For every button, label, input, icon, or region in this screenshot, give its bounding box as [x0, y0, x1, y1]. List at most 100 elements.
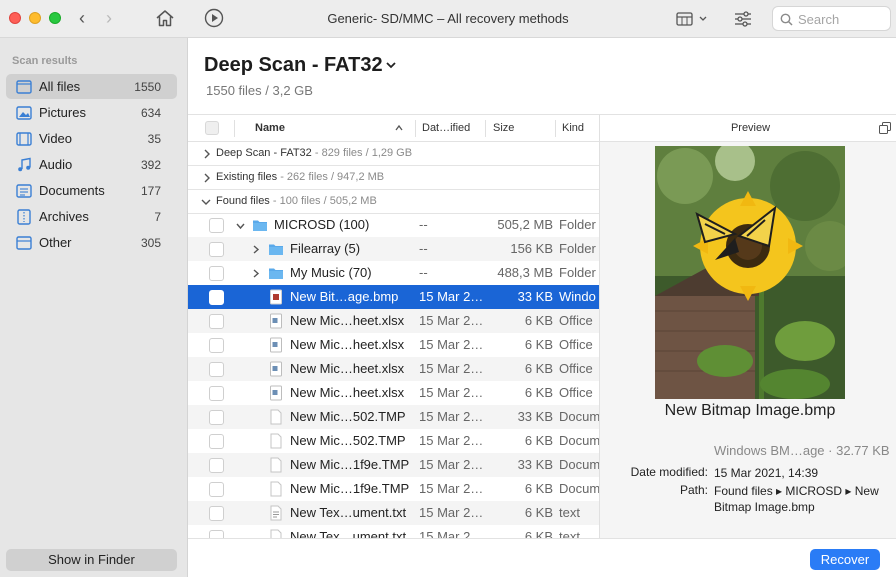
sidebar-item-label: All files: [39, 79, 81, 94]
table-row[interactable]: My Music (70) -- 488,3 MB Folder: [188, 261, 599, 285]
row-kind: Folder: [559, 265, 596, 280]
row-kind: Office: [559, 385, 593, 400]
folder-icon: [269, 244, 283, 255]
recover-button[interactable]: Recover: [810, 549, 880, 570]
row-name: New Bit…age.bmp: [290, 289, 399, 304]
row-kind: Office: [559, 337, 593, 352]
row-size: 33 KB: [517, 409, 553, 424]
row-checkbox[interactable]: [209, 458, 224, 473]
table-row[interactable]: New Mic…502.TMP 15 Mar 2… 33 KB Docum: [188, 405, 599, 429]
sidebar-item-all-files[interactable]: All files 1550: [6, 74, 177, 99]
sidebar-item-documents[interactable]: Documents 177: [6, 178, 177, 203]
chevron-right-icon[interactable]: [252, 244, 260, 255]
chevron-right-icon[interactable]: [203, 148, 211, 160]
group-row-existing-files[interactable]: Existing files - 262 files / 947,2 MB: [188, 166, 599, 190]
row-checkbox[interactable]: [209, 266, 224, 281]
row-checkbox[interactable]: [209, 290, 224, 305]
close-window-button[interactable]: [9, 12, 21, 24]
table-row[interactable]: New Tex…ument.txt 15 Mar 2… 6 KB text: [188, 525, 599, 538]
row-checkbox[interactable]: [209, 506, 224, 521]
play-circle-icon[interactable]: [204, 8, 224, 28]
spreadsheet-file-icon: [270, 361, 282, 377]
row-date: --: [419, 241, 428, 256]
back-chevron-icon[interactable]: ‹: [79, 8, 85, 29]
row-checkbox[interactable]: [209, 314, 224, 329]
view-options-icon[interactable]: [676, 10, 710, 28]
blank-file-icon: [270, 481, 282, 497]
row-checkbox[interactable]: [209, 362, 224, 377]
table-row[interactable]: New Mic…1f9e.TMP 15 Mar 2… 33 KB Docum: [188, 453, 599, 477]
row-checkbox[interactable]: [209, 434, 224, 449]
group-row-found-files[interactable]: Found files - 100 files / 505,2 MB: [188, 190, 599, 214]
chevron-right-icon[interactable]: [203, 172, 211, 184]
row-name: MICROSD (100): [274, 217, 370, 232]
sidebar-item-audio[interactable]: Audio 392: [6, 152, 177, 177]
sidebar-item-label: Documents: [39, 183, 105, 198]
table-row[interactable]: New Mic…1f9e.TMP 15 Mar 2… 6 KB Docum: [188, 477, 599, 501]
column-header-date[interactable]: Dat…ified: [422, 122, 470, 134]
zoom-window-button[interactable]: [49, 12, 61, 24]
row-date: 15 Mar 2…: [419, 409, 484, 424]
row-kind: Office: [559, 361, 593, 376]
copy-icon[interactable]: [879, 122, 891, 134]
row-name: New Tex…ument.txt: [290, 529, 407, 538]
preview-date-label: Date modified:: [630, 465, 708, 479]
table-row[interactable]: New Mic…heet.xlsx 15 Mar 2… 6 KB Office: [188, 309, 599, 333]
row-checkbox[interactable]: [209, 338, 224, 353]
row-size: 6 KB: [524, 337, 553, 352]
row-checkbox[interactable]: [209, 482, 224, 497]
search-input[interactable]: [798, 10, 886, 28]
row-date: 15 Mar 2…: [419, 529, 484, 538]
folder-icon: [253, 220, 267, 231]
folder-icon: [269, 268, 283, 279]
row-date: 15 Mar 2…: [419, 385, 484, 400]
sidebar-item-count: 305: [140, 236, 161, 250]
row-date: 15 Mar 2…: [419, 313, 484, 328]
table-row[interactable]: New Mic…heet.xlsx 15 Mar 2… 6 KB Office: [188, 333, 599, 357]
blank-file-icon: [270, 457, 282, 473]
row-checkbox[interactable]: [209, 410, 224, 425]
table-row[interactable]: New Tex…ument.txt 15 Mar 2… 6 KB text: [188, 501, 599, 525]
minimize-window-button[interactable]: [29, 12, 41, 24]
table-row[interactable]: New Mic…heet.xlsx 15 Mar 2… 6 KB Office: [188, 357, 599, 381]
group-row-deep-scan[interactable]: Deep Scan - FAT32 - 829 files / 1,29 GB: [188, 142, 599, 166]
column-header-name[interactable]: Name: [255, 122, 285, 134]
column-header-kind[interactable]: Kind: [562, 122, 584, 134]
table-row[interactable]: MICROSD (100) -- 505,2 MB Folder: [188, 213, 599, 237]
sidebar-item-pictures[interactable]: Pictures 634: [6, 100, 177, 125]
sidebar-item-other[interactable]: Other 305: [6, 230, 177, 255]
row-kind: text: [559, 505, 580, 520]
sidebar-item-archives[interactable]: Archives 7: [6, 204, 177, 229]
window-title: Generic- SD/MMC – All recovery methods: [327, 11, 569, 26]
column-header-size[interactable]: Size: [493, 122, 514, 134]
row-checkbox[interactable]: [209, 218, 224, 233]
row-name: New Tex…ument.txt: [290, 505, 407, 520]
table-row[interactable]: New Mic…502.TMP 15 Mar 2… 6 KB Docum: [188, 429, 599, 453]
search-field[interactable]: [772, 6, 891, 31]
spreadsheet-file-icon: [270, 385, 282, 401]
bottom-bar: Recover: [188, 538, 896, 577]
sort-ascending-icon[interactable]: [394, 124, 404, 132]
select-all-checkbox[interactable]: [205, 121, 219, 135]
sidebar-item-video[interactable]: Video 35: [6, 126, 177, 151]
row-name: New Mic…heet.xlsx: [290, 361, 405, 376]
row-checkbox[interactable]: [209, 530, 224, 538]
show-in-finder-button[interactable]: Show in Finder: [6, 549, 177, 571]
table-row-selected[interactable]: New Bit…age.bmp 15 Mar 2… 33 KB Windo: [188, 285, 599, 309]
table-row[interactable]: Filearray (5) -- 156 KB Folder: [188, 237, 599, 261]
scan-title[interactable]: Deep Scan - FAT32: [204, 54, 383, 77]
row-name: New Mic…heet.xlsx: [290, 337, 405, 352]
chevron-down-icon[interactable]: [200, 198, 212, 206]
chevron-down-icon[interactable]: [384, 58, 398, 72]
chevron-down-icon[interactable]: [235, 222, 246, 230]
filter-sliders-icon[interactable]: [733, 9, 753, 29]
table-row[interactable]: New Mic…heet.xlsx 15 Mar 2… 6 KB Office: [188, 381, 599, 405]
row-checkbox[interactable]: [209, 386, 224, 401]
forward-chevron-icon[interactable]: ›: [106, 8, 112, 29]
chevron-right-icon[interactable]: [252, 268, 260, 279]
spreadsheet-file-icon: [270, 313, 282, 329]
row-checkbox[interactable]: [209, 242, 224, 257]
sidebar-header: Scan results: [12, 55, 78, 67]
row-name: New Mic…heet.xlsx: [290, 313, 405, 328]
home-icon[interactable]: [155, 9, 175, 27]
